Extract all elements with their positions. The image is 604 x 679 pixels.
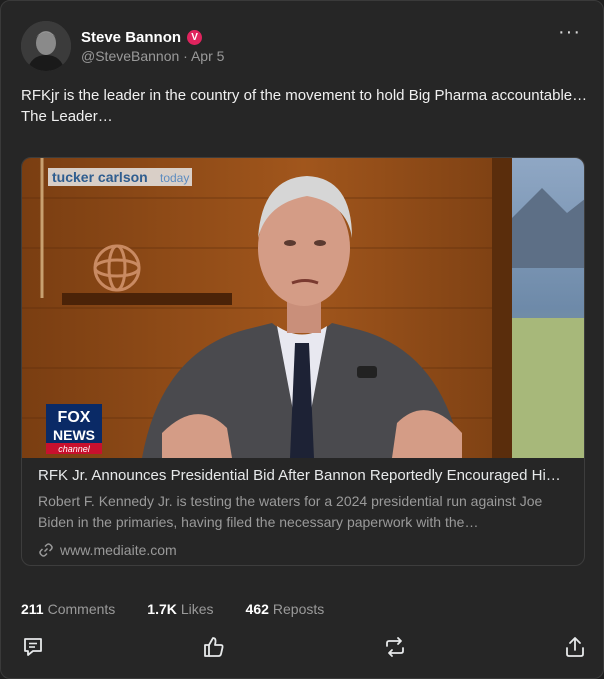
separator: · (183, 47, 188, 64)
link-icon (39, 543, 53, 557)
link-domain-row: www.mediaite.com (38, 542, 570, 558)
comments-label: Comments (47, 601, 116, 617)
avatar[interactable] (21, 21, 71, 71)
post-text-line: The Leader… (21, 108, 113, 125)
user-info: Steve Bannon V @SteveBannon · Apr 5 (81, 29, 224, 64)
link-preview-card[interactable]: tucker carlson today FOX NEWS channel RF… (21, 157, 585, 566)
link-title[interactable]: RFK Jr. Announces Presidential Bid After… (38, 467, 570, 484)
comments-count: 211 (21, 601, 44, 617)
author-name[interactable]: Steve Bannon (81, 29, 181, 46)
author-handle[interactable]: @SteveBannon (81, 48, 179, 64)
logo-line2: NEWS (53, 427, 95, 443)
logo-line3: channel (58, 444, 91, 454)
post-card: Steve Bannon V @SteveBannon · Apr 5 ··· … (0, 0, 604, 679)
like-icon[interactable] (202, 635, 226, 659)
action-bar (21, 635, 587, 659)
share-icon[interactable] (563, 635, 587, 659)
post-text: RFKjr is the leader in the country of th… (21, 85, 591, 127)
handle-row: @SteveBannon · Apr 5 (81, 48, 224, 64)
post-stats: 211 Comments 1.7K Likes 462 Reposts (21, 601, 324, 617)
likes-label: Likes (180, 601, 214, 617)
likes-count: 1.7K (147, 601, 177, 617)
show-tag: today (160, 171, 189, 185)
show-name: tucker carlson (52, 169, 148, 185)
post-header: Steve Bannon V @SteveBannon · Apr 5 (21, 21, 224, 71)
likes-stat[interactable]: 1.7K Likes (147, 601, 213, 617)
logo-line1: FOX (58, 409, 91, 426)
link-description: Robert F. Kennedy Jr. is testing the wat… (38, 493, 543, 530)
link-info: RFK Jr. Announces Presidential Bid After… (22, 458, 584, 558)
reposts-count: 462 (245, 601, 269, 617)
link-thumbnail: tucker carlson today FOX NEWS channel (22, 158, 584, 458)
comment-icon[interactable] (21, 635, 45, 659)
post-text-line: RFKjr is the leader in the country of th… (21, 87, 588, 104)
link-domain: www.mediaite.com (60, 542, 177, 558)
avatar-image (21, 21, 71, 71)
fox-news-logo: FOX NEWS channel (46, 404, 102, 454)
repost-icon[interactable] (383, 635, 407, 659)
verified-badge-icon: V (187, 29, 203, 45)
comments-stat[interactable]: 211 Comments (21, 601, 115, 617)
reposts-stat[interactable]: 462 Reposts (246, 601, 325, 617)
post-date[interactable]: Apr 5 (191, 48, 224, 64)
reposts-label: Reposts (272, 601, 325, 617)
more-options-icon[interactable]: ··· (558, 21, 581, 44)
